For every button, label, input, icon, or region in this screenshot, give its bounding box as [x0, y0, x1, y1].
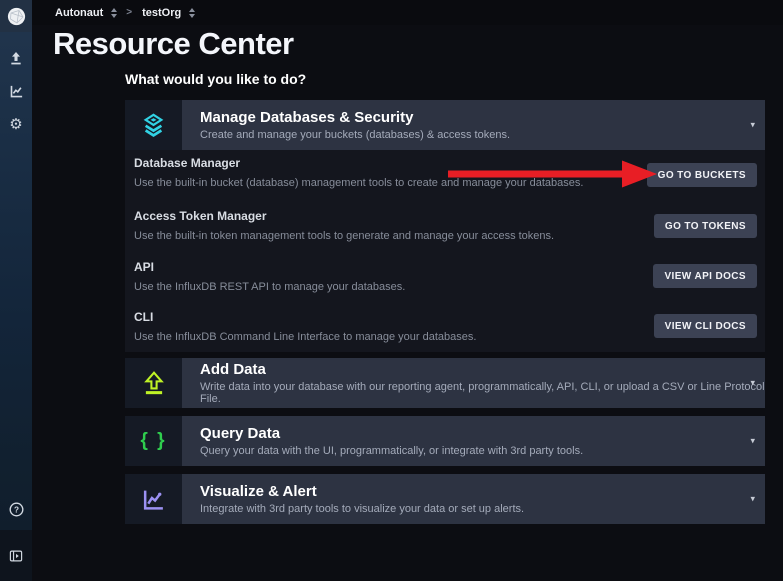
page-title: Resource Center — [53, 26, 294, 62]
annotation-arrow-icon — [446, 159, 658, 189]
row-title: Access Token Manager — [134, 209, 585, 223]
row-title: CLI — [134, 310, 585, 324]
data-explorer-nav-item[interactable] — [6, 81, 26, 101]
settings-nav-item[interactable]: ⚙ — [6, 114, 26, 134]
expand-sidebar-button[interactable] — [0, 530, 32, 581]
panel-header-body: Manage Databases & Security Create and m… — [182, 100, 765, 150]
expand-panel-icon — [9, 549, 23, 563]
chevron-down-icon[interactable]: ▾ — [750, 378, 755, 389]
curly-braces-icon: { } — [140, 430, 166, 452]
row-description: Use the InfluxDB Command Line Interface … — [134, 331, 585, 343]
panel-add-data[interactable]: Add Data Write data into your database w… — [125, 358, 765, 408]
panel-visualize-alert[interactable]: Visualize & Alert Integrate with 3rd par… — [125, 474, 765, 524]
chart-line-icon — [141, 487, 166, 512]
chevron-down-icon[interactable]: ▾ — [750, 494, 755, 505]
upload-icon — [8, 50, 24, 66]
panel-title: Visualize & Alert — [200, 483, 765, 500]
panel-header-body: Add Data Write data into your database w… — [182, 358, 765, 408]
gear-icon: ⚙ — [9, 117, 22, 132]
panel-manage-databases[interactable]: Manage Databases & Security Create and m… — [125, 100, 765, 150]
help-nav-item[interactable]: ? — [6, 499, 26, 519]
panel-description: Query your data with the UI, programmati… — [200, 445, 765, 457]
line-graph-icon — [9, 84, 24, 99]
org-switcher-carets-icon[interactable] — [111, 8, 117, 18]
panel-description: Integrate with 3rd party tools to visual… — [200, 503, 765, 515]
layers-icon — [140, 112, 167, 139]
row-title: API — [134, 260, 585, 274]
view-api-docs-button[interactable]: VIEW API DOCS — [653, 264, 757, 288]
page-subtitle: What would you like to do? — [125, 71, 306, 87]
view-cli-docs-button[interactable]: VIEW CLI DOCS — [654, 314, 757, 338]
influxdata-logo-icon — [7, 7, 26, 26]
chevron-down-icon[interactable]: ▾ — [750, 436, 755, 447]
panel-title: Query Data — [200, 425, 765, 442]
app-logo[interactable] — [0, 0, 32, 32]
resource-row-access-token-manager: Access Token Manager Use the built-in to… — [134, 209, 585, 242]
panel-icon-cell — [125, 474, 182, 524]
breadcrumb-org[interactable]: Autonaut — [55, 7, 103, 19]
breadcrumb: Autonaut > testOrg — [32, 0, 783, 25]
upload-data-icon — [141, 370, 167, 396]
go-to-buckets-button[interactable]: GO TO BUCKETS — [647, 163, 757, 187]
panel-header-body: Visualize & Alert Integrate with 3rd par… — [182, 474, 765, 524]
breadcrumb-separator-icon: > — [126, 7, 132, 18]
row-description: Use the InfluxDB REST API to manage your… — [134, 281, 585, 293]
panel-icon-cell — [125, 358, 182, 408]
panel-icon-cell — [125, 100, 182, 150]
panel-description: Create and manage your buckets (database… — [200, 129, 765, 141]
breadcrumb-suborg[interactable]: testOrg — [142, 7, 181, 19]
resource-row-cli: CLI Use the InfluxDB Command Line Interf… — [134, 310, 585, 343]
chevron-down-icon[interactable]: ▾ — [750, 120, 755, 131]
load-data-nav-item[interactable] — [6, 48, 26, 68]
row-description: Use the built-in token management tools … — [134, 230, 585, 242]
help-circle-icon: ? — [9, 502, 24, 517]
panel-header-body: Query Data Query your data with the UI, … — [182, 416, 765, 466]
svg-text:?: ? — [13, 505, 18, 514]
panel-description: Write data into your database with our r… — [200, 381, 765, 405]
sidebar: ⚙ ? — [0, 0, 32, 581]
suborg-switcher-carets-icon[interactable] — [189, 8, 195, 18]
panel-title: Add Data — [200, 361, 765, 378]
go-to-tokens-button[interactable]: GO TO TOKENS — [654, 214, 757, 238]
panel-manage-databases-expanded: Database Manager Use the built-in bucket… — [125, 150, 765, 352]
panel-query-data[interactable]: { } Query Data Query your data with the … — [125, 416, 765, 466]
panel-title: Manage Databases & Security — [200, 109, 765, 126]
resource-row-api: API Use the InfluxDB REST API to manage … — [134, 260, 585, 293]
panel-icon-cell: { } — [125, 416, 182, 466]
